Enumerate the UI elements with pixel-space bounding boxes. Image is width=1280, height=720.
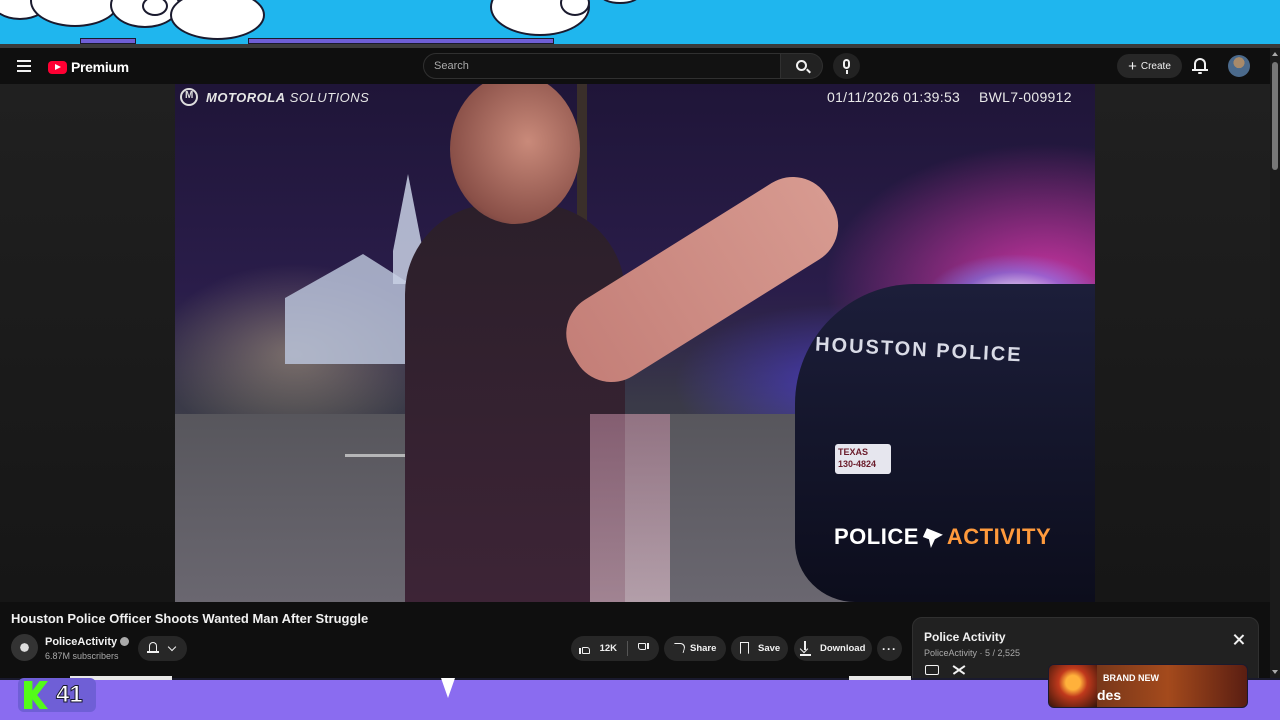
video-frame[interactable]: HOUSTON POLICE TEXAS 130-4824 MOTOROLA S… xyxy=(175,84,1095,602)
loop-icon[interactable] xyxy=(925,665,939,675)
promo-text: des xyxy=(1097,687,1122,703)
like-icon xyxy=(579,643,591,654)
youtube-premium-logo[interactable]: Premium xyxy=(48,59,129,75)
save-icon xyxy=(740,642,749,654)
kick-viewer-badge: 41 xyxy=(18,678,96,712)
playlist-subtitle: PoliceActivity · 5 / 2,525 xyxy=(924,648,1021,658)
bottom-strip xyxy=(849,676,911,680)
like-button[interactable]: 12K xyxy=(571,636,627,661)
scene-police-car xyxy=(795,284,1095,602)
channel-name-link[interactable]: PoliceActivity xyxy=(45,636,130,648)
bodycam-id: BWL7-009912 xyxy=(979,89,1072,105)
more-actions-button[interactable]: ··· xyxy=(877,636,902,661)
hamburger-icon[interactable] xyxy=(17,60,31,72)
playlist-title[interactable]: Police Activity xyxy=(924,630,1006,644)
viewer-count: 41 xyxy=(56,681,84,709)
save-button[interactable]: Save xyxy=(731,636,788,661)
subscribed-notifications-button[interactable] xyxy=(138,636,187,661)
verified-icon xyxy=(120,637,130,646)
pointer-marker-icon xyxy=(441,678,455,698)
scrollbar-thumb[interactable] xyxy=(1272,62,1278,170)
subscriber-count: 6.87M subscribers xyxy=(45,651,119,661)
close-icon[interactable] xyxy=(1232,633,1246,647)
cloud-decoration xyxy=(600,0,640,4)
stream-overlay-top-banner xyxy=(0,0,1280,44)
share-icon xyxy=(671,643,687,653)
dislike-button[interactable] xyxy=(628,636,659,661)
page-scrollbar[interactable] xyxy=(1270,48,1280,680)
license-plate: TEXAS 130-4824 xyxy=(835,444,891,474)
scene-shirt-print xyxy=(590,414,670,602)
account-avatar[interactable] xyxy=(1228,55,1250,77)
youtube-play-icon xyxy=(48,60,67,74)
chevron-down-icon xyxy=(167,642,177,652)
promo-badge: BRAND NEW xyxy=(1103,673,1159,683)
create-button[interactable]: + Create xyxy=(1117,54,1182,78)
dislike-icon xyxy=(637,643,649,654)
video-title: Houston Police Officer Shoots Wanted Man… xyxy=(11,611,369,626)
notifications-button[interactable] xyxy=(1191,57,1209,75)
masthead: Premium Search + Create xyxy=(0,48,1270,84)
promo-card: BRAND NEW des xyxy=(1048,664,1248,708)
create-label: Create xyxy=(1140,60,1171,72)
download-button[interactable]: Download xyxy=(794,636,872,661)
plus-icon: + xyxy=(1128,57,1137,75)
bell-icon xyxy=(147,642,159,654)
police-activity-watermark: POLICE ACTIVITY xyxy=(834,524,1052,549)
motorola-m-icon xyxy=(180,88,198,106)
shark-icon xyxy=(922,528,943,548)
scroll-down-arrow-icon[interactable] xyxy=(1272,670,1278,674)
search-button[interactable] xyxy=(781,53,823,79)
cloud-decoration xyxy=(170,0,265,40)
player-right-backdrop xyxy=(1095,84,1270,602)
search-input[interactable]: Search xyxy=(423,53,781,79)
video-player[interactable]: HOUSTON POLICE TEXAS 130-4824 MOTOROLA S… xyxy=(0,84,1270,602)
channel-avatar[interactable] xyxy=(11,634,38,661)
like-dislike-group: 12K xyxy=(571,636,659,661)
voice-search-button[interactable] xyxy=(833,53,860,79)
shuffle-icon[interactable] xyxy=(952,664,966,676)
motorola-text: MOTOROLA SOLUTIONS xyxy=(206,89,370,105)
logo-text: Premium xyxy=(71,59,129,75)
promo-thumbnail xyxy=(1049,665,1097,707)
scene-person-head xyxy=(450,84,580,224)
bodycam-timestamp: 01/11/2026 01:39:53 xyxy=(827,89,961,105)
motorola-logo: MOTOROLA SOLUTIONS xyxy=(180,88,369,106)
share-button[interactable]: Share xyxy=(664,636,726,661)
search-placeholder: Search xyxy=(434,60,469,72)
cloud-decoration xyxy=(30,0,120,27)
like-count: 12K xyxy=(599,643,617,654)
kick-logo-icon xyxy=(24,681,48,709)
player-left-backdrop xyxy=(0,84,175,602)
scroll-up-arrow-icon[interactable] xyxy=(1272,52,1278,56)
